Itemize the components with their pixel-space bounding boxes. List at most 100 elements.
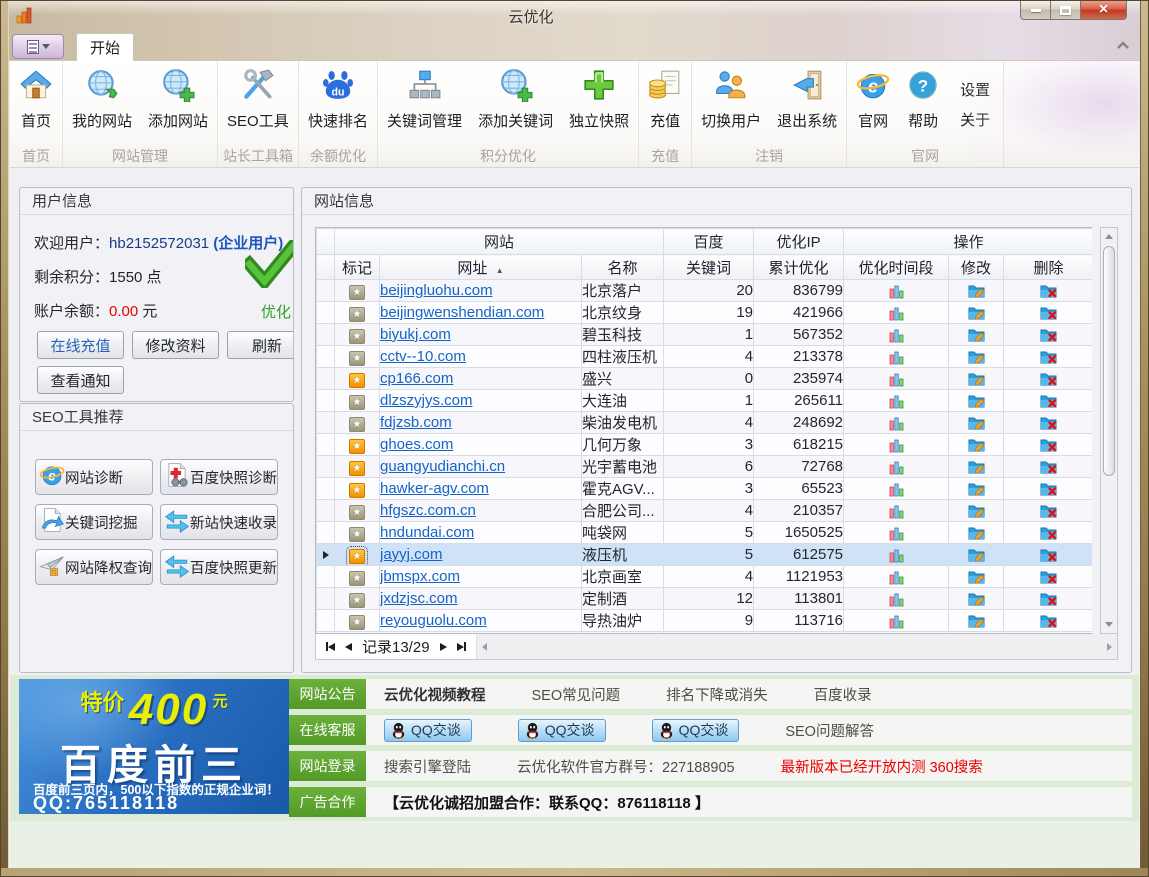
bottom-link[interactable]: 百度收录 — [814, 684, 872, 705]
site-url-link[interactable]: hawker-agv.com — [380, 480, 489, 497]
star-icon[interactable]: ★ — [349, 307, 365, 322]
table-row[interactable]: ★beijingluohu.com北京落户20836799 — [317, 280, 1093, 302]
table-row[interactable]: ★guangyudianchi.cn光宇蓄电池672768 — [317, 456, 1093, 478]
delete-icon[interactable] — [1040, 394, 1057, 408]
seo-tool-button[interactable]: 百度快照更新 — [160, 549, 278, 585]
edit-profile-button[interactable]: 修改资料 — [132, 331, 219, 359]
delete-icon[interactable] — [1040, 504, 1057, 518]
delete-icon[interactable] — [1040, 306, 1057, 320]
table-row[interactable]: ★jbmspx.com北京画室41121953 — [317, 566, 1093, 588]
table-row[interactable]: ★biyukj.com碧玉科技1567352 — [317, 324, 1093, 346]
site-url-link[interactable]: beijingluohu.com — [380, 282, 493, 299]
col-header-name[interactable]: 名称 — [582, 255, 664, 280]
ribbon-button[interactable]: e官网 — [848, 61, 898, 147]
bottom-link[interactable]: SEO问题解答 — [785, 720, 874, 741]
star-icon[interactable]: ★ — [349, 417, 365, 432]
star-icon[interactable]: ★ — [349, 549, 365, 564]
optimize-period-chart-icon[interactable] — [889, 614, 904, 629]
optimize-period-chart-icon[interactable] — [889, 350, 904, 365]
site-url-link[interactable]: jbmspx.com — [380, 568, 460, 585]
optimize-period-chart-icon[interactable] — [889, 526, 904, 541]
group-header-baidu[interactable]: 百度 — [664, 229, 754, 255]
star-icon[interactable]: ★ — [349, 505, 365, 520]
group-header-site[interactable]: 网站 — [335, 229, 664, 255]
maximize-button[interactable] — [1051, 1, 1081, 20]
optimize-period-chart-icon[interactable] — [889, 482, 904, 497]
ribbon-button[interactable]: 退出系统 — [769, 61, 845, 147]
delete-icon[interactable] — [1040, 526, 1057, 540]
minimize-button[interactable] — [1020, 1, 1051, 20]
seo-tool-button[interactable]: 网站降权查询 — [35, 549, 153, 585]
ribbon-button[interactable]: 添加关键词 — [470, 61, 561, 147]
star-icon[interactable]: ★ — [349, 395, 365, 410]
group-header-ip[interactable]: 优化IP — [754, 229, 844, 255]
pager-prev-button[interactable] — [345, 643, 352, 651]
site-url-link[interactable]: jayyj.com — [380, 546, 443, 563]
star-icon[interactable]: ★ — [349, 527, 365, 542]
col-header-edit[interactable]: 修改 — [949, 255, 1004, 280]
star-icon[interactable]: ★ — [349, 373, 365, 388]
scroll-right-arrow-icon[interactable] — [1101, 634, 1117, 659]
edit-icon[interactable] — [968, 328, 985, 342]
vertical-scrollbar[interactable] — [1100, 227, 1118, 634]
delete-icon[interactable] — [1040, 328, 1057, 342]
optimize-period-chart-icon[interactable] — [889, 438, 904, 453]
optimize-period-chart-icon[interactable] — [889, 504, 904, 519]
star-icon[interactable]: ★ — [349, 439, 365, 454]
scrollbar-thumb[interactable] — [1103, 246, 1115, 476]
recharge-online-button[interactable]: 在线充值 — [37, 331, 124, 359]
horizontal-scrollbar[interactable] — [477, 634, 1117, 659]
delete-icon[interactable] — [1040, 372, 1057, 386]
ribbon-button[interactable]: 切换用户 — [693, 61, 769, 147]
optimize-period-chart-icon[interactable] — [889, 306, 904, 321]
optimize-period-chart-icon[interactable] — [889, 592, 904, 607]
delete-icon[interactable] — [1040, 438, 1057, 452]
site-url-link[interactable]: cctv--10.com — [380, 348, 466, 365]
col-header-total[interactable]: 累计优化 — [754, 255, 844, 280]
optimize-period-chart-icon[interactable] — [889, 328, 904, 343]
edit-icon[interactable] — [968, 394, 985, 408]
delete-icon[interactable] — [1040, 460, 1057, 474]
edit-icon[interactable] — [968, 350, 985, 364]
edit-icon[interactable] — [968, 592, 985, 606]
optimize-period-chart-icon[interactable] — [889, 570, 904, 585]
edit-icon[interactable] — [968, 614, 985, 628]
star-icon[interactable]: ★ — [349, 593, 365, 608]
site-url-link[interactable]: biyukj.com — [380, 326, 451, 343]
view-notice-button[interactable]: 查看通知 — [37, 366, 124, 394]
site-url-link[interactable]: fdjzsb.com — [380, 414, 452, 431]
scroll-down-arrow-icon[interactable] — [1102, 617, 1116, 632]
table-row[interactable]: ★hndundai.com吨袋网51650525 — [317, 522, 1093, 544]
col-header-keywords[interactable]: 关键词 — [664, 255, 754, 280]
table-row[interactable]: ★dlzszyjys.com大连油1265611 — [317, 390, 1093, 412]
edit-icon[interactable] — [968, 438, 985, 452]
seo-tool-button[interactable]: 百度快照诊断 — [160, 459, 278, 495]
col-header-del[interactable]: 删除 — [1004, 255, 1092, 280]
ribbon-small-button[interactable]: 设置 — [960, 79, 990, 100]
table-row[interactable]: ★hfgszc.com.cn合肥公司...4210357 — [317, 500, 1093, 522]
star-icon[interactable]: ★ — [349, 351, 365, 366]
pager-next-button[interactable] — [440, 643, 447, 651]
delete-icon[interactable] — [1040, 284, 1057, 298]
app-menu-button[interactable] — [12, 34, 64, 59]
bottom-link[interactable]: 云优化软件官方群号：227188905 — [517, 756, 735, 777]
delete-icon[interactable] — [1040, 482, 1057, 496]
bottom-link[interactable]: 排名下降或消失 — [666, 684, 768, 705]
table-row[interactable]: ★jxdzjsc.com定制酒12113801 — [317, 588, 1093, 610]
qq-chat-button[interactable]: QQ交谈 — [384, 719, 472, 742]
optimize-period-chart-icon[interactable] — [889, 416, 904, 431]
qq-chat-button[interactable]: QQ交谈 — [652, 719, 740, 742]
qq-chat-button[interactable]: QQ交谈 — [518, 719, 606, 742]
edit-icon[interactable] — [968, 372, 985, 386]
edit-icon[interactable] — [968, 548, 985, 562]
site-url-link[interactable]: ghoes.com — [380, 436, 453, 453]
delete-icon[interactable] — [1040, 416, 1057, 430]
group-header-ops[interactable]: 操作 — [844, 229, 1092, 255]
site-url-link[interactable]: beijingwenshendian.com — [380, 304, 544, 321]
edit-icon[interactable] — [968, 504, 985, 518]
star-icon[interactable]: ★ — [349, 329, 365, 344]
ribbon-button[interactable]: ?帮助 — [898, 61, 948, 147]
table-row[interactable]: ★beijingwenshendian.com北京纹身19421966 — [317, 302, 1093, 324]
collapse-ribbon-chevron-icon[interactable] — [1116, 41, 1130, 50]
delete-icon[interactable] — [1040, 548, 1057, 562]
